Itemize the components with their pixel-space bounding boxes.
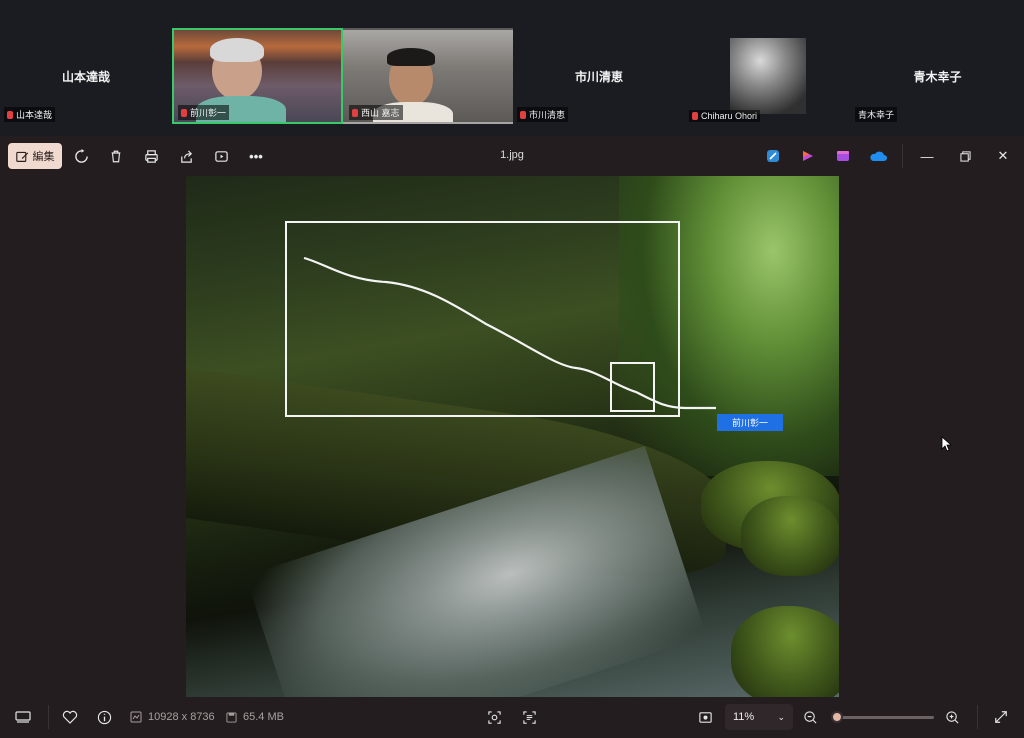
participant-name-center: 青木幸子 bbox=[913, 70, 962, 84]
close-button[interactable]: ✕ bbox=[988, 143, 1018, 169]
participant-tile-ohori[interactable]: Chiharu Ohori bbox=[685, 28, 851, 124]
favorite-button[interactable] bbox=[62, 707, 78, 727]
zoom-in-icon bbox=[946, 710, 959, 724]
toolbar-divider bbox=[902, 144, 903, 168]
edit-button-label: 編集 bbox=[32, 151, 55, 163]
zoom-slider[interactable] bbox=[831, 711, 934, 723]
photos-app-window: 編集 ••• 1.jpg — ✕ 前川彰一 bbox=[0, 136, 1024, 738]
file-size: 65.4 MB bbox=[226, 707, 284, 727]
restore-button[interactable] bbox=[950, 143, 980, 169]
restore-icon bbox=[959, 150, 971, 162]
scan-text-icon bbox=[523, 710, 536, 724]
visual-search-button[interactable] bbox=[487, 707, 502, 727]
participant-label: 前川彰一 bbox=[178, 105, 230, 120]
participant-name-center: 山本達哉 bbox=[61, 70, 110, 84]
participant-label: 山本達哉 bbox=[4, 107, 56, 122]
mic-muted-icon bbox=[352, 108, 358, 117]
print-icon bbox=[144, 149, 158, 163]
participant-tile-nishiyama[interactable]: 西山 嘉志 bbox=[343, 28, 513, 124]
participant-video-hair bbox=[387, 48, 435, 66]
clipchamp-icon bbox=[803, 151, 813, 161]
info-icon bbox=[97, 710, 112, 724]
more-icon: ••• bbox=[249, 148, 263, 164]
zoom-slider-thumb[interactable] bbox=[831, 711, 844, 723]
mic-muted-icon bbox=[520, 110, 526, 119]
visual-search-icon bbox=[488, 710, 501, 724]
fit-to-window-button[interactable] bbox=[698, 707, 713, 727]
collections-icon bbox=[837, 151, 849, 161]
participant-label: 市川清恵 bbox=[517, 107, 569, 122]
fullscreen-button[interactable] bbox=[994, 707, 1008, 727]
slideshow-icon bbox=[214, 150, 228, 162]
rotate-button[interactable] bbox=[68, 143, 94, 169]
share-button[interactable] bbox=[173, 143, 199, 169]
mic-muted-icon bbox=[7, 110, 13, 119]
mouse-cursor-icon bbox=[941, 436, 953, 452]
dimensions-icon bbox=[130, 711, 142, 723]
scan-text-button[interactable] bbox=[522, 707, 537, 727]
print-button[interactable] bbox=[138, 143, 164, 169]
statusbar-divider bbox=[48, 705, 49, 729]
zoom-out-icon bbox=[804, 710, 817, 724]
participant-tile-yamamoto[interactable]: 山本達哉 山本達哉 bbox=[0, 28, 172, 124]
edit-image-icon bbox=[15, 151, 28, 162]
top-toolbar: 編集 ••• 1.jpg — ✕ bbox=[0, 136, 1024, 176]
participant-label: Chiharu Ohori bbox=[689, 110, 761, 122]
expand-icon bbox=[995, 711, 1007, 723]
participant-label: 青木幸子 bbox=[855, 107, 898, 122]
file-size-text: 65.4 MB bbox=[243, 711, 284, 723]
designer-button[interactable] bbox=[760, 143, 786, 169]
collections-button[interactable] bbox=[830, 143, 856, 169]
onedrive-button[interactable] bbox=[865, 143, 891, 169]
filmstrip-button[interactable] bbox=[15, 707, 31, 727]
slideshow-button[interactable] bbox=[208, 143, 234, 169]
dimensions-text: 10928 x 8736 bbox=[148, 711, 215, 723]
zoom-out-button[interactable] bbox=[803, 707, 818, 727]
participant-video-hair bbox=[210, 38, 264, 62]
fit-image-icon bbox=[699, 711, 712, 723]
participant-label: 西山 嘉志 bbox=[349, 105, 403, 120]
zoom-level-text: 11% bbox=[733, 711, 755, 723]
participant-tile-ichikawa[interactable]: 市川清恵 市川清恵 bbox=[513, 28, 685, 124]
zoom-in-button[interactable] bbox=[945, 707, 960, 727]
participant-name-center: 市川清恵 bbox=[574, 70, 623, 84]
designer-icon bbox=[767, 150, 779, 162]
filmstrip-icon bbox=[15, 711, 31, 723]
onedrive-icon bbox=[870, 151, 887, 161]
annotation-small-rectangle bbox=[610, 362, 655, 412]
edit-button[interactable]: 編集 bbox=[8, 143, 62, 169]
close-icon: ✕ bbox=[997, 148, 1009, 163]
minimize-icon: — bbox=[920, 148, 934, 164]
chevron-down-icon: ⌄ bbox=[777, 711, 785, 722]
rotate-icon bbox=[74, 148, 88, 163]
participant-tile-aoki[interactable]: 青木幸子 青木幸子 bbox=[851, 28, 1024, 124]
photo-canvas[interactable]: 前川彰一 bbox=[186, 176, 839, 697]
share-icon bbox=[180, 149, 192, 163]
image-dimensions: 10928 x 8736 bbox=[130, 707, 215, 727]
minimize-button[interactable]: — bbox=[912, 143, 942, 169]
zoom-level-dropdown[interactable]: 11% ⌄ bbox=[725, 704, 793, 730]
participant-avatar-image bbox=[730, 38, 806, 114]
delete-button[interactable] bbox=[103, 143, 129, 169]
annotation-name-tag: 前川彰一 bbox=[717, 414, 783, 431]
participant-tile-maekawa[interactable]: 前川彰一 bbox=[172, 28, 343, 124]
delete-icon bbox=[111, 150, 121, 162]
more-options-button[interactable]: ••• bbox=[243, 143, 269, 169]
save-disk-icon bbox=[226, 711, 237, 723]
info-button[interactable] bbox=[97, 707, 112, 727]
heart-icon bbox=[62, 710, 78, 724]
statusbar-divider bbox=[977, 705, 978, 729]
clipchamp-button[interactable] bbox=[795, 143, 821, 169]
meeting-participant-strip: 山本達哉 山本達哉 前川彰一 西山 嘉志 市川清恵 市川清恵 Chiharu O… bbox=[0, 0, 1024, 136]
bottom-status-bar: 10928 x 8736 65.4 MB 11% ⌄ bbox=[0, 697, 1024, 738]
mic-muted-icon bbox=[692, 112, 698, 120]
mic-muted-icon bbox=[181, 108, 187, 117]
